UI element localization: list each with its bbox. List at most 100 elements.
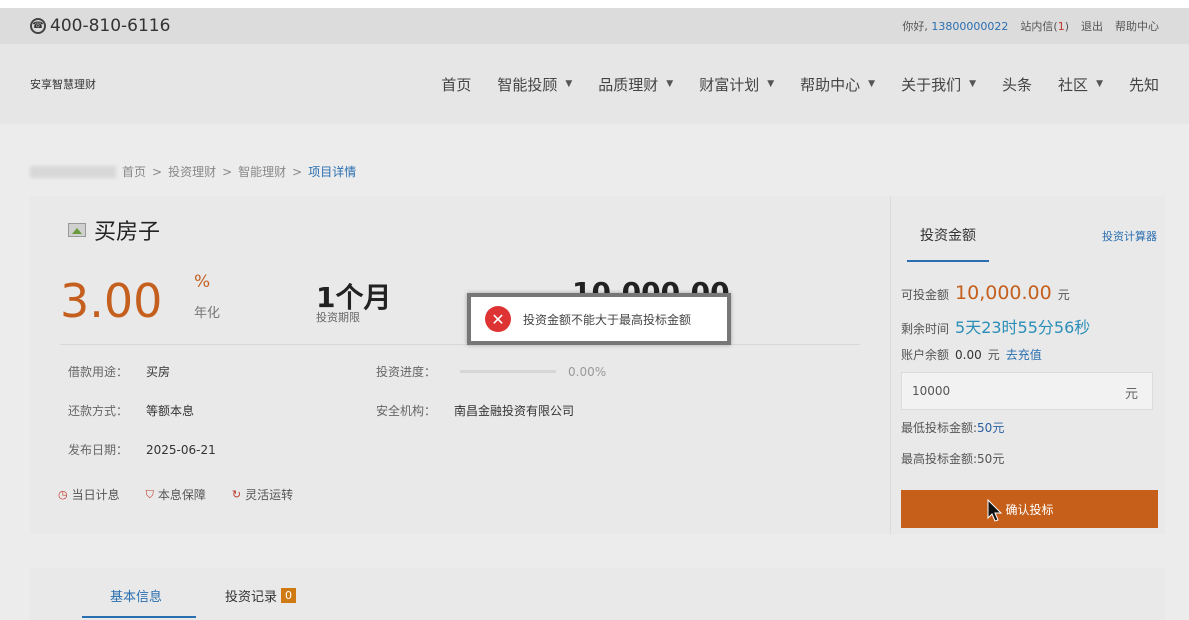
recharge-link[interactable]: 去充值 (1006, 346, 1042, 363)
balance-label: 账户余额 (901, 348, 950, 362)
remaining-time: 5天23时55分56秒 (955, 318, 1091, 337)
broken-image-icon (68, 223, 86, 237)
breadcrumb-item-home[interactable]: 首页 (122, 163, 146, 180)
messages-close-paren: ) (1064, 20, 1069, 33)
yuan-unit: 元 (1057, 288, 1070, 302)
refresh-icon: ↻ (231, 488, 242, 501)
shield-icon: ⛉ (145, 487, 154, 501)
nav-item-1[interactable]: 智能投顾 ▼ (497, 74, 572, 95)
min-bid-label: 最低投标金额: (901, 421, 978, 435)
balance-value: 0.00 (955, 348, 982, 362)
nav-item-label: 头条 (1002, 75, 1033, 94)
project-title-row: 买房子 (68, 214, 160, 246)
remaining-label: 剩余时间 (901, 322, 950, 336)
top-bar: ☎ 400-810-6116 你好, 13800000022 站内信(1) 退出… (0, 8, 1189, 44)
messages-count: 1 (1057, 20, 1065, 33)
tab-invest-records[interactable]: 投资记录 0 (225, 586, 297, 605)
tag-flexible: ↻ 灵活运转 (232, 486, 293, 503)
feature-tags: ◷ 当日计息 ⛉ 本息保障 ↻ 灵活运转 (58, 486, 293, 503)
breadcrumb-separator: > (152, 164, 163, 179)
mouse-cursor-icon (987, 499, 1003, 522)
nav-item-label: 智能投顾 (497, 75, 558, 94)
top-links: 你好, 13800000022 站内信(1) 退出 帮助中心 (902, 18, 1159, 34)
detail-tabs: 基本信息 投资记录 0 (30, 568, 1165, 620)
calculator-link[interactable]: 投资计算器 (1102, 228, 1157, 244)
breadcrumb-separator: > (292, 164, 303, 179)
repay-label: 还款方式： (68, 404, 129, 418)
project-title: 买房子 (94, 220, 161, 245)
nav-item-5[interactable]: 关于我们 ▼ (901, 74, 976, 95)
annual-rate-value: 3.00 (60, 274, 163, 328)
messages-link[interactable]: 站内信(1) (1020, 18, 1069, 34)
nav-item-label: 财富计划 (699, 75, 760, 94)
tag-label: 当日计息 (71, 488, 120, 502)
error-icon: ✕ (485, 306, 511, 332)
records-count-badge: 0 (281, 588, 297, 603)
tag-label: 灵活运转 (245, 488, 294, 502)
nav-item-2[interactable]: 品质理财 ▼ (598, 74, 673, 95)
breadcrumb-separator: > (222, 164, 233, 179)
invest-amount-input[interactable]: 10000 (901, 372, 1153, 410)
max-bid-value: 50元 (977, 452, 1005, 466)
tab-invest-amount[interactable]: 投资金额 (907, 216, 989, 262)
investable-amount: 10,000.00 (955, 282, 1052, 304)
user-greeting: 你好, 13800000022 (902, 18, 1008, 34)
nav-item-3[interactable]: 财富计划 ▼ (699, 74, 774, 95)
error-dialog[interactable]: ✕ 投资金额不能大于最高投标金额 (467, 293, 731, 345)
logout-link[interactable]: 退出 (1081, 18, 1103, 34)
input-yuan-unit: 元 (1125, 387, 1139, 402)
tag-label: 本息保障 (157, 488, 206, 502)
date-label: 发布日期： (68, 443, 129, 457)
confirm-label: 确认投标 (1005, 502, 1054, 517)
progress-value: 0.00% (568, 364, 607, 379)
error-message: 投资金额不能大于最高投标金额 (523, 312, 692, 327)
tab-label: 投资记录 (225, 590, 278, 605)
repay-row: 还款方式： 等额本息 (68, 402, 194, 419)
nav-item-4[interactable]: 帮助中心 ▼ (800, 74, 875, 95)
date-row: 发布日期： 2025-06-21 (68, 441, 216, 458)
nav-item-label: 关于我们 (901, 75, 962, 94)
nav-item-label: 社区 (1058, 75, 1089, 94)
nav-item-7[interactable]: 社区 ▼ (1058, 74, 1103, 95)
messages-label: 站内信( (1020, 20, 1058, 33)
main-navbar: 安享智慧理财 首页 智能投顾 ▼ 品质理财 ▼ 财富计划 ▼ 帮助中心 ▼ 关于我们 ▼ 头条 社区 ▼ 先… (0, 44, 1189, 124)
hotline: ☎ 400-810-6116 (30, 16, 170, 36)
user-account-link[interactable]: 13800000022 (931, 20, 1008, 33)
tag-guarantee: ⛉ 本息保障 (146, 486, 206, 503)
nav-item-label: 首页 (441, 75, 472, 94)
chevron-down-icon: ▼ (969, 79, 977, 89)
breadcrumb-item-smart[interactable]: 智能理财 (238, 163, 286, 180)
repay-value: 等额本息 (146, 404, 195, 418)
purpose-row: 借款用途： 买房 (68, 363, 170, 380)
investable-label: 可投金额 (901, 288, 950, 302)
confirm-invest-button[interactable]: 确认投标 (901, 490, 1158, 528)
hotline-number: 400-810-6116 (50, 16, 171, 36)
clock-icon: ◷ (58, 488, 68, 501)
breadcrumb-item-investment[interactable]: 投资理财 (168, 163, 216, 180)
nav-item-6[interactable]: 头条 (1002, 74, 1032, 95)
chevron-down-icon: ▼ (565, 79, 573, 89)
brand-logo-text[interactable]: 安享智慧理财 (30, 76, 96, 92)
agency-value: 南昌金融投资有限公司 (454, 404, 575, 418)
tab-basic-info[interactable]: 基本信息 (110, 586, 162, 605)
yuan-unit: 元 (987, 348, 1000, 362)
help-link[interactable]: 帮助中心 (1115, 18, 1159, 34)
nav-item-label: 帮助中心 (800, 75, 861, 94)
nav-item-label: 品质理财 (598, 75, 659, 94)
project-card: 买房子 3.00 % 年化 1个月 投资期限 10,000.00 借款用途： 买… (30, 196, 890, 534)
invest-panel: 投资金额 投资计算器 可投金额 10,000.00 元 剩余时间 5天23时55… (890, 196, 1165, 534)
divider (60, 344, 860, 345)
nav-item-8[interactable]: 先知 (1129, 74, 1159, 95)
tag-same-day-interest: ◷ 当日计息 (58, 486, 120, 503)
nav-item-label: 先知 (1128, 75, 1159, 94)
main-nav: 首页 智能投顾 ▼ 品质理财 ▼ 财富计划 ▼ 帮助中心 ▼ 关于我们 ▼ 头条 社区 ▼ 先知 (415, 74, 1159, 95)
min-bid-row: 最低投标金额: 50元 (901, 419, 1004, 436)
min-bid-value: 50元 (977, 421, 1005, 435)
nav-item-0[interactable]: 首页 (441, 74, 471, 95)
purpose-label: 借款用途： (68, 365, 129, 379)
breadcrumb-blurred-prefix (30, 165, 116, 178)
agency-label: 安全机构： (376, 404, 437, 418)
term-label: 投资期限 (316, 311, 360, 324)
max-bid-row: 最高投标金额: 50元 (901, 450, 1004, 467)
tab-label: 基本信息 (110, 590, 163, 605)
